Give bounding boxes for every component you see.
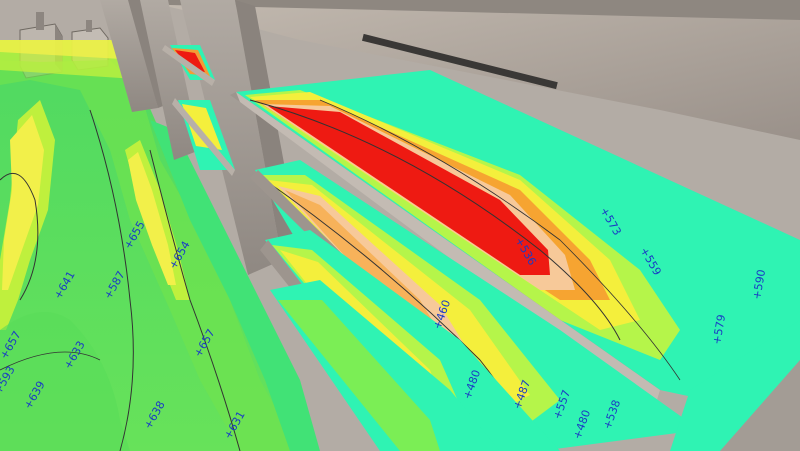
render-canvas: +657 +633+639+638 +631+657+593+587+536+480… (0, 0, 800, 451)
illuminance-3d-view[interactable]: +657 +633 +639 +638 +631 +657 +593 +587 +536 +480… (0, 0, 800, 451)
